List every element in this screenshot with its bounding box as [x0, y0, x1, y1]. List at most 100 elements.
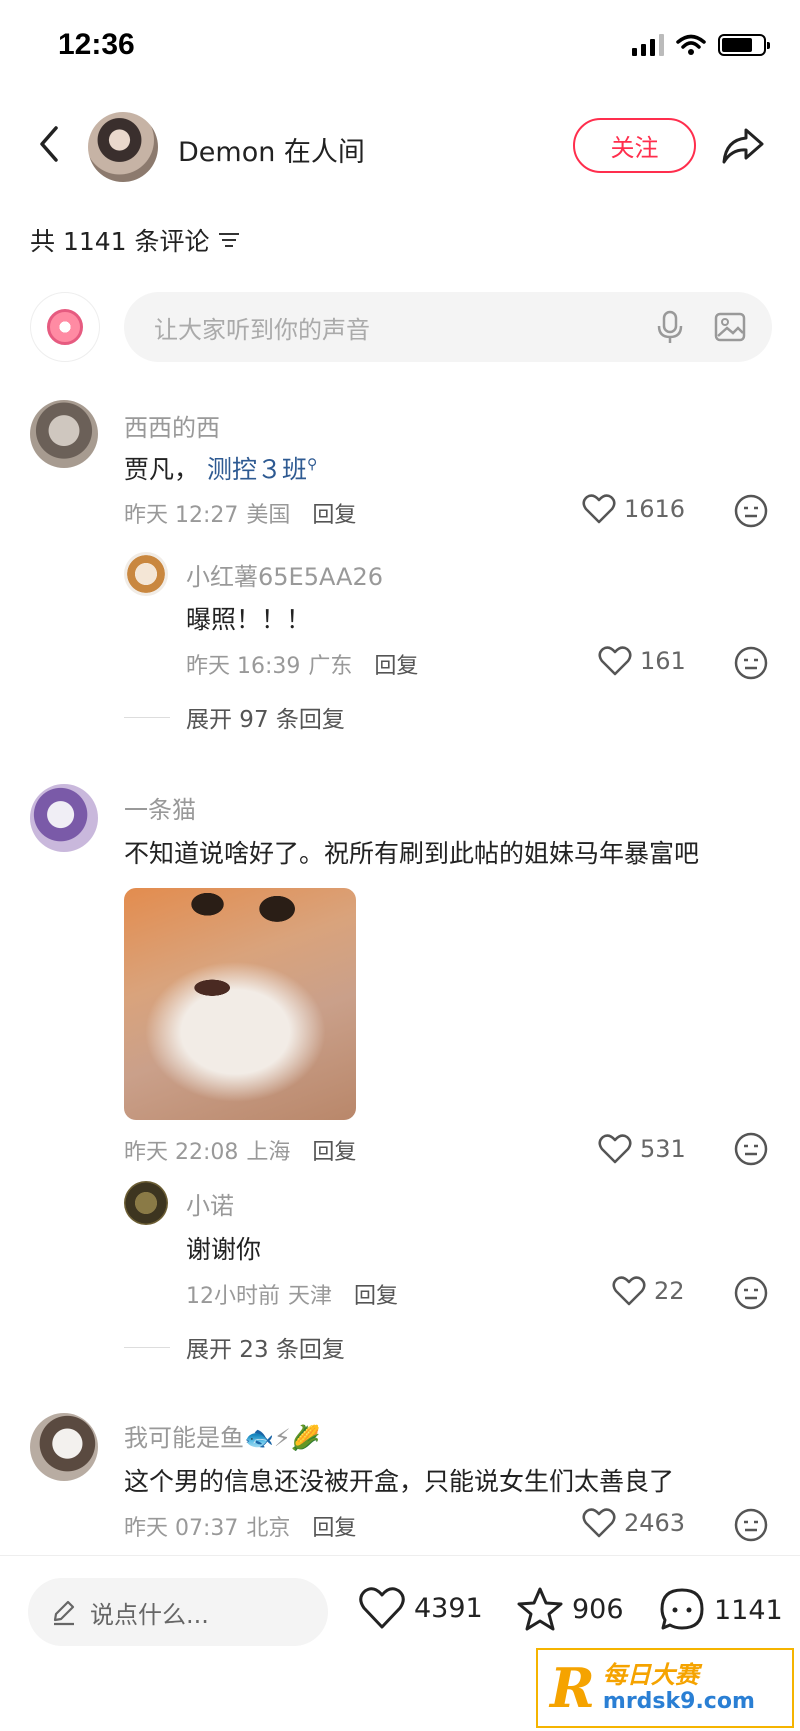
post-like-count: 4391: [414, 1592, 483, 1624]
heart-icon: [359, 1587, 405, 1629]
battery-icon: [718, 34, 770, 56]
like-button[interactable]: 531: [598, 1134, 686, 1164]
dislike-icon[interactable]: [734, 494, 768, 528]
comment-location: 上海: [246, 1140, 291, 1165]
commenter-name[interactable]: 西西的西: [124, 408, 220, 443]
like-button[interactable]: 161: [598, 646, 686, 676]
expand-replies-button[interactable]: 展开 23 条回复: [124, 1330, 345, 1364]
comment-time: 昨天 07:37: [124, 1516, 239, 1541]
reply-text: 曝照！！！: [186, 605, 312, 634]
heart-icon: [582, 1508, 616, 1538]
author-avatar[interactable]: [88, 112, 158, 182]
wifi-icon: [676, 34, 706, 55]
like-button[interactable]: 2463: [582, 1508, 685, 1538]
dislike-icon[interactable]: [734, 1508, 768, 1542]
comment-text: 不知道说啥好了。祝所有刷到此帖的姐妹马年暴富吧: [124, 839, 700, 868]
reply-location: 天津: [288, 1284, 333, 1309]
post-star-count: 906: [572, 1593, 624, 1625]
commenter-avatar[interactable]: [30, 1413, 98, 1481]
commenter-name[interactable]: 一条猫: [124, 790, 196, 825]
post-comment-button[interactable]: 1141: [658, 1586, 783, 1634]
comment-bubble-icon: [660, 1588, 704, 1630]
bottom-comment-input[interactable]: 说点什么...: [28, 1578, 328, 1646]
comment-text: 贾凡， 测控３班⚲: [124, 450, 317, 486]
reply-name[interactable]: 小红薯65E5AA26: [186, 557, 383, 592]
comment-input[interactable]: 让大家听到你的声音: [124, 292, 772, 362]
follow-button[interactable]: 关注: [573, 118, 696, 173]
like-count: 161: [640, 647, 686, 675]
reply-avatar[interactable]: [124, 552, 168, 596]
watermark-text: 每日大赛 mrdsk9.com: [602, 1660, 755, 1715]
watermark-name: 每日大赛: [602, 1660, 699, 1689]
like-count: 2463: [624, 1509, 686, 1537]
author-name[interactable]: Demon 在人间: [178, 130, 365, 169]
comment-text: 这个男的信息还没被开盒，只能说女生们太善良了: [124, 1467, 675, 1496]
comment-time: 昨天 12:27: [124, 503, 239, 528]
reply-meta: 昨天 16:39 广东 回复: [186, 648, 418, 680]
dislike-icon[interactable]: [734, 1132, 768, 1166]
header: Demon 在人间 关注: [0, 100, 800, 190]
search-icon: ⚲: [306, 456, 318, 473]
commenter-avatar[interactable]: [30, 400, 98, 468]
status-icons: [632, 34, 770, 56]
watermark-logo: R 每日大赛 mrdsk9.com: [536, 1648, 794, 1728]
sort-icon: [218, 233, 239, 247]
heart-icon: [582, 494, 616, 524]
expand-replies-label: 展开 23 条回复: [186, 1337, 345, 1363]
reply-name[interactable]: 小诺: [186, 1186, 234, 1221]
reply-time: 昨天 16:39: [186, 654, 301, 679]
comment-text-prefix: 贾凡，: [124, 455, 200, 484]
comment-meta: 昨天 22:08 上海 回复: [124, 1134, 356, 1166]
reply-button[interactable]: 回复: [312, 1510, 356, 1542]
dislike-icon[interactable]: [734, 646, 768, 680]
heart-icon: [598, 1134, 632, 1164]
comment-meta: 昨天 07:37 北京 回复: [124, 1510, 356, 1542]
cellular-signal-icon: [632, 34, 664, 56]
reply-location: 广东: [308, 654, 353, 679]
reply-button[interactable]: 回复: [374, 648, 418, 680]
watermark-url: mrdsk9.com: [602, 1689, 755, 1715]
pencil-icon: [53, 1600, 75, 1626]
dislike-icon[interactable]: [734, 1276, 768, 1310]
image-icon[interactable]: [714, 311, 746, 343]
like-count: 531: [640, 1135, 686, 1163]
expand-replies-button[interactable]: 展开 97 条回复: [124, 700, 345, 734]
reply-button[interactable]: 回复: [354, 1278, 398, 1310]
expand-replies-label: 展开 97 条回复: [186, 707, 345, 733]
comment-image[interactable]: [124, 888, 356, 1120]
mention-label: 测控３班: [206, 455, 307, 484]
reply-text: 谢谢你: [186, 1235, 262, 1264]
status-bar: 12:36: [0, 0, 800, 90]
comment-meta: 昨天 12:27 美国 回复: [124, 497, 356, 529]
post-star-button[interactable]: 906: [516, 1586, 624, 1632]
heart-icon: [612, 1276, 646, 1306]
like-count: 1616: [624, 495, 686, 523]
commenter-name[interactable]: 我可能是鱼🐟⚡🌽: [124, 1418, 321, 1453]
post-comment-count: 1141: [714, 1594, 783, 1626]
bottom-input-placeholder: 说点什么...: [90, 1600, 209, 1629]
back-icon[interactable]: [30, 122, 70, 166]
reply-avatar[interactable]: [124, 1181, 168, 1225]
comment-count-label: 共 1141 条评论: [30, 227, 210, 256]
reply-time: 12小时前: [186, 1284, 280, 1309]
post-like-button[interactable]: 4391: [358, 1586, 483, 1630]
comment-location: 美国: [246, 503, 291, 528]
comment-time: 昨天 22:08: [124, 1140, 239, 1165]
reply-button[interactable]: 回复: [312, 497, 356, 529]
watermark-logo-letter: R: [550, 1656, 595, 1720]
like-count: 22: [654, 1277, 685, 1305]
reply-button[interactable]: 回复: [312, 1134, 356, 1166]
comment-count-sort[interactable]: 共 1141 条评论: [30, 222, 240, 258]
share-icon[interactable]: [720, 124, 766, 168]
like-button[interactable]: 1616: [582, 494, 685, 524]
donut-avatar-icon: [47, 309, 83, 345]
comment-location: 北京: [246, 1516, 291, 1541]
comment-mention[interactable]: 测控３班⚲: [207, 455, 317, 484]
commenter-avatar[interactable]: [30, 784, 98, 852]
star-icon: [517, 1587, 563, 1631]
microphone-icon[interactable]: [656, 310, 684, 344]
my-avatar[interactable]: [30, 292, 100, 362]
heart-icon: [598, 646, 632, 676]
status-time: 12:36: [58, 28, 135, 61]
like-button[interactable]: 22: [612, 1276, 685, 1306]
